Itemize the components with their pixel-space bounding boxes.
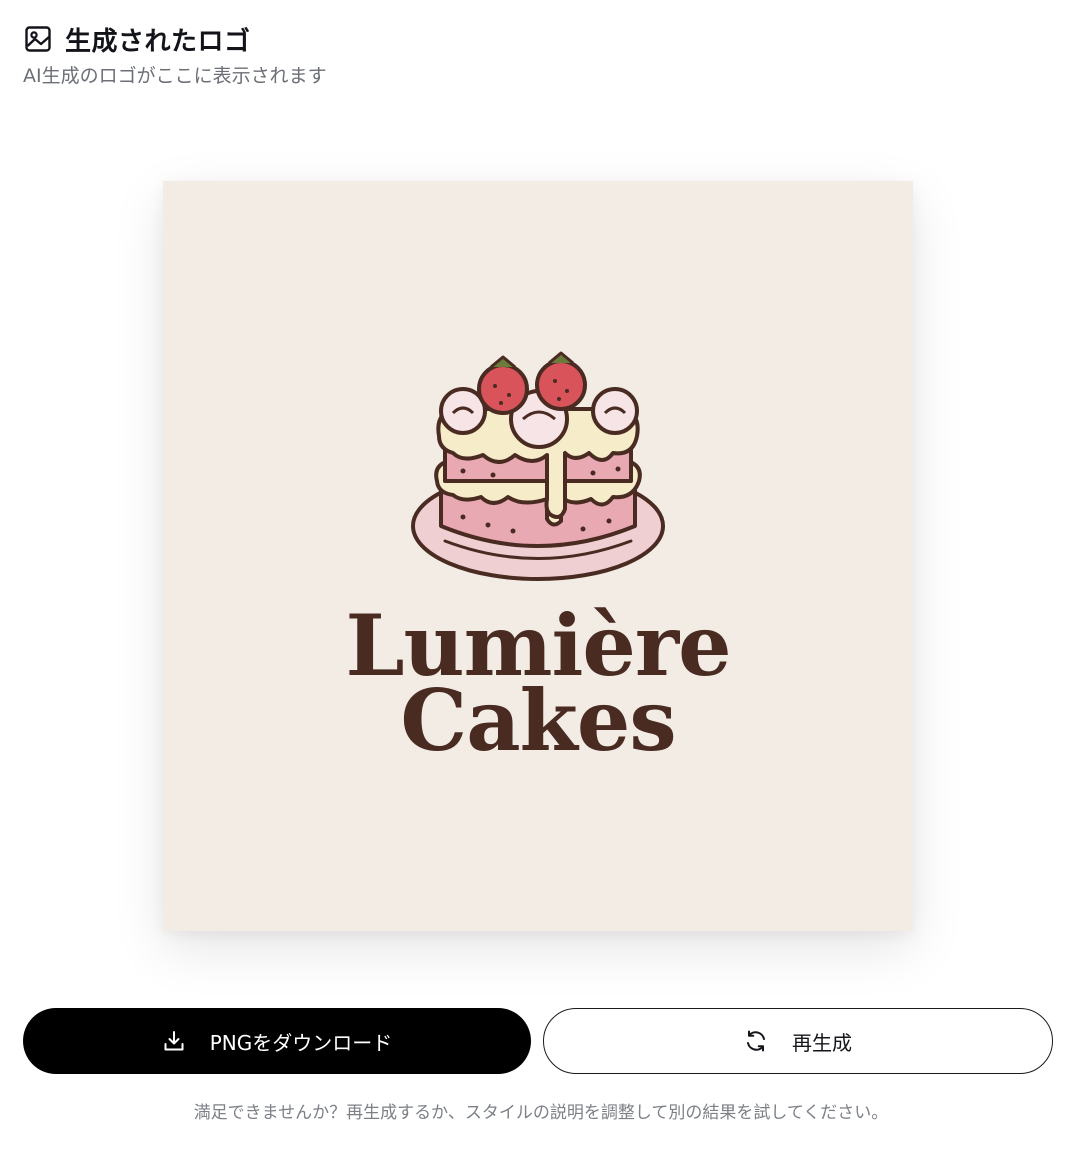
download-icon <box>162 1029 186 1053</box>
download-png-button[interactable]: PNGをダウンロード <box>23 1008 531 1074</box>
title-row: 生成されたロゴ <box>23 22 327 57</box>
regenerate-label: 再生成 <box>792 1030 852 1055</box>
logo-text-line-2: Cakes <box>400 671 676 770</box>
generated-logo-image: Lumière Cakes <box>163 181 913 931</box>
cake-illustration <box>411 351 665 581</box>
download-png-label: PNGをダウンロード <box>209 1030 393 1055</box>
refresh-icon <box>744 1029 768 1053</box>
panel-header: 生成されたロゴ AI生成のロゴがここに表示されます <box>23 22 327 88</box>
page-subtitle: AI生成のロゴがここに表示されます <box>23 65 327 87</box>
image-icon <box>23 24 53 54</box>
regenerate-hint: 満足できませんか？再生成するか、スタイルの説明を調整して別の結果を試してください… <box>193 1103 889 1123</box>
page-title: 生成されたロゴ <box>65 26 251 57</box>
regenerate-button[interactable]: 再生成 <box>543 1008 1053 1074</box>
